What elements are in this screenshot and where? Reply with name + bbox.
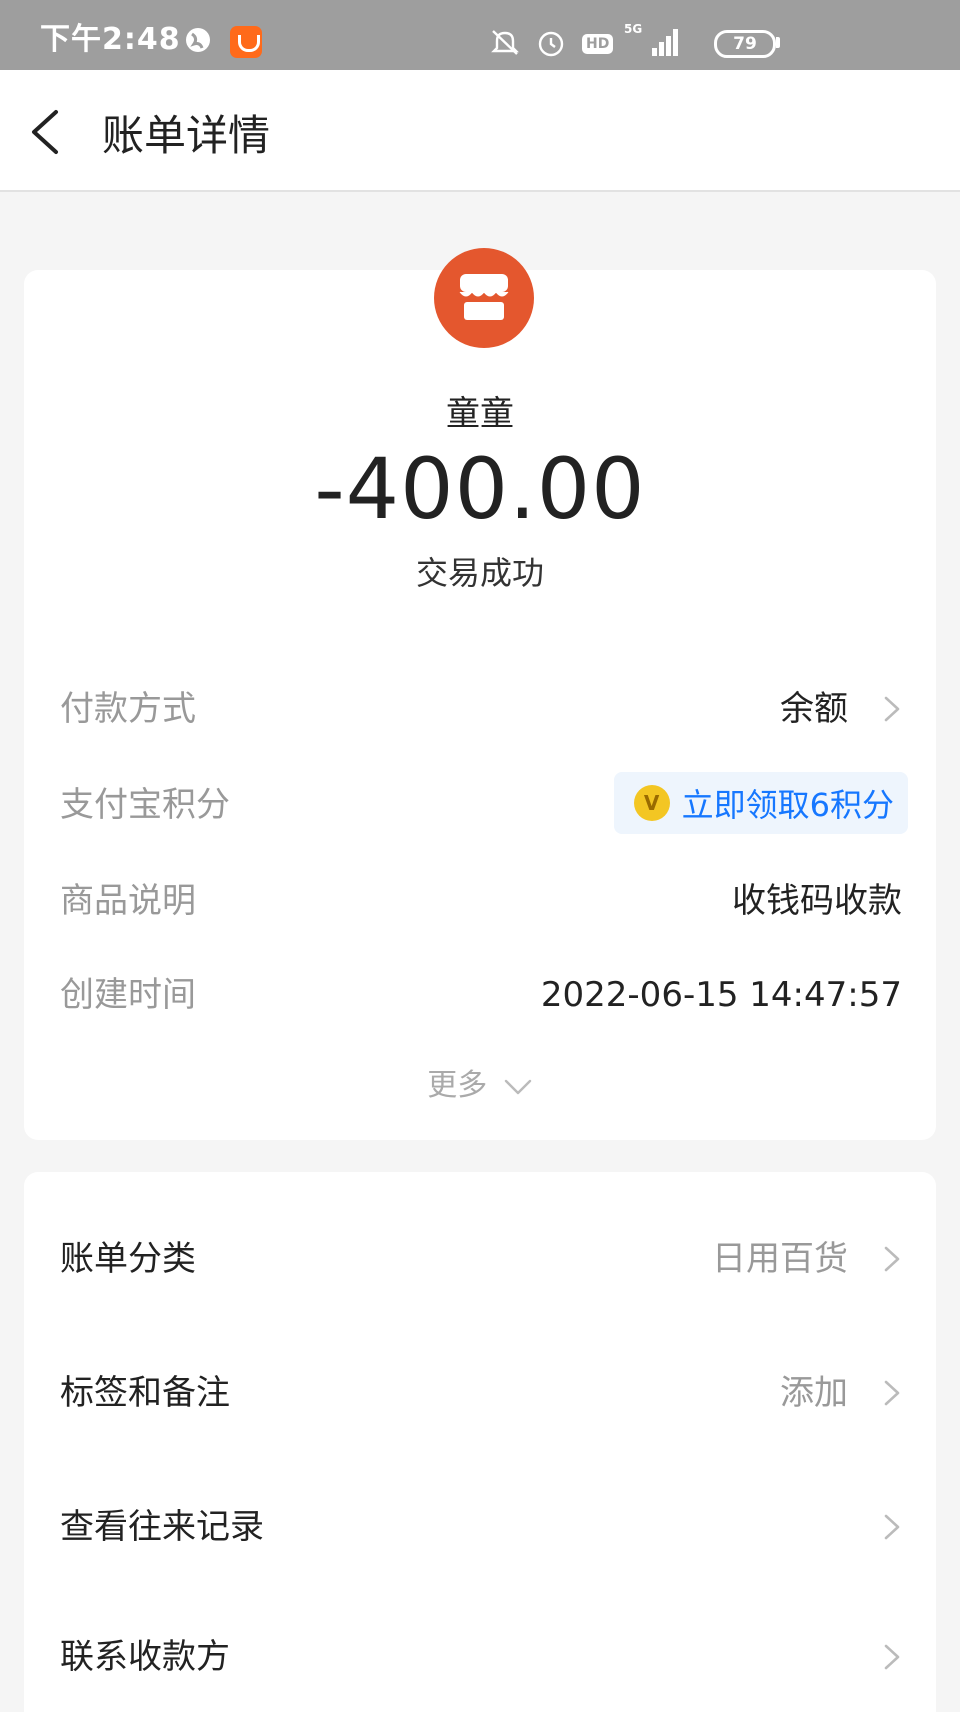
bill-category-value: 日用百货 — [712, 1239, 848, 1279]
tags-notes-value: 添加 — [780, 1373, 848, 1413]
bill-summary-card: 童童 -400.00 交易成功 付款方式 余额 支付宝积分 V 立即领取6积分 … — [24, 248, 936, 1140]
more-toggle[interactable]: 更多 — [24, 1060, 936, 1104]
points-label: 支付宝积分 — [60, 785, 230, 825]
status-icons: HD 5G 79 — [490, 0, 960, 70]
product-value: 收钱码收款 — [732, 881, 902, 921]
bill-actions-card: 账单分类 日用百货 标签和备注 添加 查看往来记录 联系收款方 — [24, 1172, 936, 1712]
more-label: 更多 — [427, 1068, 488, 1103]
transaction-status: 交易成功 — [415, 554, 544, 592]
chevron-right-icon — [884, 1246, 900, 1272]
payment-method-value: 余额 — [780, 689, 848, 729]
created-time-label: 创建时间 — [60, 975, 196, 1015]
merchant-name: 童童 — [446, 394, 514, 434]
points-coin-icon: V — [633, 785, 670, 821]
payment-method-row[interactable]: 付款方式 余额 — [60, 684, 902, 734]
claim-points-button[interactable]: V 立即领取6积分 — [613, 772, 908, 834]
product-row: 商品说明 收钱码收款 — [60, 876, 902, 926]
status-bar: 下午2:48 HD 5G 79 — [0, 0, 960, 70]
chevron-right-icon — [884, 696, 900, 722]
created-time-value: 2022-06-15 14:47:57 — [540, 975, 902, 1015]
mute-bell-icon — [491, 30, 519, 55]
payment-method-label: 付款方式 — [60, 689, 196, 729]
transaction-history-row[interactable]: 查看往来记录 — [60, 1502, 902, 1552]
page-title: 账单详情 — [102, 111, 271, 160]
contact-payee-row[interactable]: 联系收款方 — [60, 1632, 902, 1682]
hd-badge: HD — [582, 34, 614, 54]
claim-points-text: 立即领取6积分 — [681, 786, 894, 824]
chevron-right-icon — [884, 1644, 900, 1670]
chevron-right-icon — [884, 1380, 900, 1406]
chevron-right-icon — [884, 1514, 900, 1540]
alarm-icon — [538, 31, 564, 57]
app-header: 账单详情 — [0, 70, 960, 192]
back-arrow-icon[interactable] — [28, 108, 62, 156]
contact-payee-label: 联系收款方 — [60, 1637, 230, 1677]
chevron-down-icon — [504, 1079, 531, 1094]
battery-level: 79 — [714, 30, 776, 58]
status-time: 下午2:48 — [40, 22, 181, 57]
store-icon — [459, 274, 509, 320]
product-label: 商品说明 — [60, 881, 196, 921]
browser-globe-icon — [186, 28, 210, 52]
uc-browser-icon — [230, 26, 262, 58]
points-row: 支付宝积分 V 立即领取6积分 — [60, 772, 908, 834]
merchant-avatar — [434, 248, 534, 348]
tags-notes-row[interactable]: 标签和备注 添加 — [60, 1368, 902, 1418]
signal-icon — [652, 29, 678, 56]
battery-tip — [776, 37, 780, 48]
bill-category-row[interactable]: 账单分类 日用百货 — [60, 1234, 902, 1284]
bill-amount: -400.00 — [314, 440, 646, 538]
bill-category-label: 账单分类 — [60, 1239, 196, 1279]
tags-notes-label: 标签和备注 — [60, 1373, 230, 1413]
created-time-row: 创建时间 2022-06-15 14:47:57 — [60, 970, 902, 1020]
transaction-history-label: 查看往来记录 — [60, 1507, 264, 1547]
